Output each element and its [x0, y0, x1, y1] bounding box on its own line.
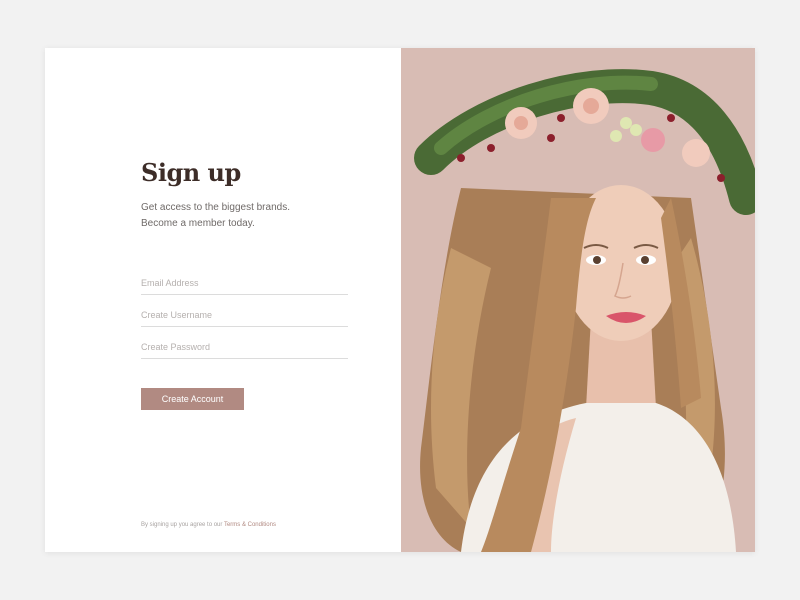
signup-subtitle: Get access to the biggest brands. Become… — [141, 200, 381, 232]
password-field[interactable] — [141, 336, 348, 359]
subtitle-line-1: Get access to the biggest brands. — [141, 202, 290, 213]
terms-notice: By signing up you agree to our Terms & C… — [141, 522, 276, 528]
woman-flower-crown-illustration — [401, 48, 755, 552]
create-account-button[interactable]: Create Account — [141, 388, 244, 410]
terms-link[interactable]: Terms & Conditions — [224, 522, 276, 528]
email-field[interactable] — [141, 272, 348, 295]
username-field[interactable] — [141, 304, 348, 327]
signup-form-panel: Sign up Get access to the biggest brands… — [45, 48, 401, 552]
subtitle-line-2: Become a member today. — [141, 218, 255, 229]
page-title: Sign up — [141, 158, 241, 187]
signup-card: Sign up Get access to the biggest brands… — [45, 48, 755, 552]
hero-photo — [401, 48, 755, 552]
terms-prefix: By signing up you agree to our — [141, 522, 223, 528]
